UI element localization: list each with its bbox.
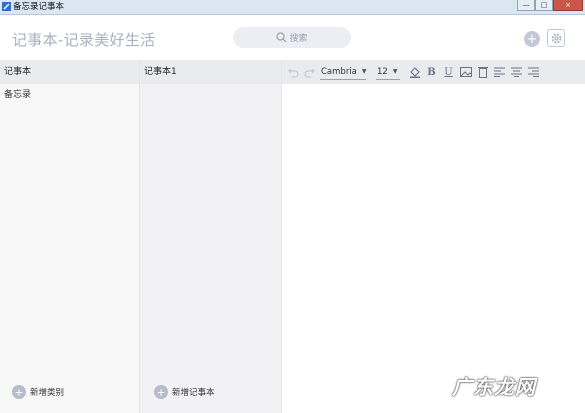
editor-toolbar: Cambria ▼ 12 ▼ B U xyxy=(282,60,585,84)
notebook-panel: 记事本1 + 新增记事本 xyxy=(140,60,282,413)
underline-icon[interactable]: U xyxy=(442,65,455,79)
window-controls: — □ × xyxy=(517,0,583,12)
fill-color-icon[interactable] xyxy=(408,65,421,79)
clear-icon[interactable] xyxy=(476,65,489,79)
add-notebook-button[interactable]: + 新增记事本 xyxy=(154,385,215,399)
app-header: 记事本-记录美好生活 搜索 + xyxy=(0,15,585,60)
window-titlebar[interactable]: 备忘录记事本 — □ × xyxy=(0,0,585,15)
app-title: 记事本-记录美好生活 xyxy=(12,31,156,49)
align-left-icon[interactable] xyxy=(493,65,506,79)
add-category-label: 新增类别 xyxy=(30,388,65,398)
editor-panel: Cambria ▼ 12 ▼ B U xyxy=(282,60,585,413)
app-icon xyxy=(2,2,11,11)
category-header: 记事本 xyxy=(0,60,139,84)
redo-icon[interactable] xyxy=(303,65,316,79)
plus-icon: + xyxy=(154,385,168,399)
minimize-button[interactable]: — xyxy=(517,0,535,11)
plus-icon: + xyxy=(526,31,538,47)
maximize-button[interactable]: □ xyxy=(535,0,553,11)
font-family-select[interactable]: Cambria ▼ xyxy=(320,65,367,80)
notebook-header[interactable]: 记事本1 xyxy=(140,60,281,84)
font-family-value: Cambria xyxy=(321,66,357,77)
align-center-icon[interactable] xyxy=(510,65,523,79)
watermark: 广东龙网 xyxy=(452,375,536,399)
add-category-button[interactable]: + 新增类别 xyxy=(12,385,64,399)
close-button[interactable]: × xyxy=(553,0,583,11)
settings-button[interactable] xyxy=(547,29,565,47)
add-note-button[interactable]: + xyxy=(524,31,540,47)
plus-icon: + xyxy=(12,385,26,399)
category-item-memo[interactable]: 备忘录 xyxy=(0,84,139,106)
font-size-value: 12 xyxy=(377,66,388,77)
gear-icon xyxy=(551,33,561,43)
bold-icon[interactable]: B xyxy=(425,65,438,79)
editor-content[interactable] xyxy=(282,84,585,413)
category-panel: 记事本 备忘录 + 新增类别 xyxy=(0,60,140,413)
undo-icon[interactable] xyxy=(286,65,299,79)
chevron-down-icon: ▼ xyxy=(361,68,367,75)
add-notebook-label: 新增记事本 xyxy=(172,388,215,398)
chevron-down-icon: ▼ xyxy=(392,68,398,75)
align-right-icon[interactable] xyxy=(527,65,540,79)
search-input[interactable]: 搜索 xyxy=(233,27,351,48)
image-icon[interactable] xyxy=(459,65,472,79)
font-size-select[interactable]: 12 ▼ xyxy=(376,65,400,80)
search-placeholder: 搜索 xyxy=(289,34,308,44)
window-title: 备忘录记事本 xyxy=(13,2,65,12)
search-icon xyxy=(276,32,287,43)
